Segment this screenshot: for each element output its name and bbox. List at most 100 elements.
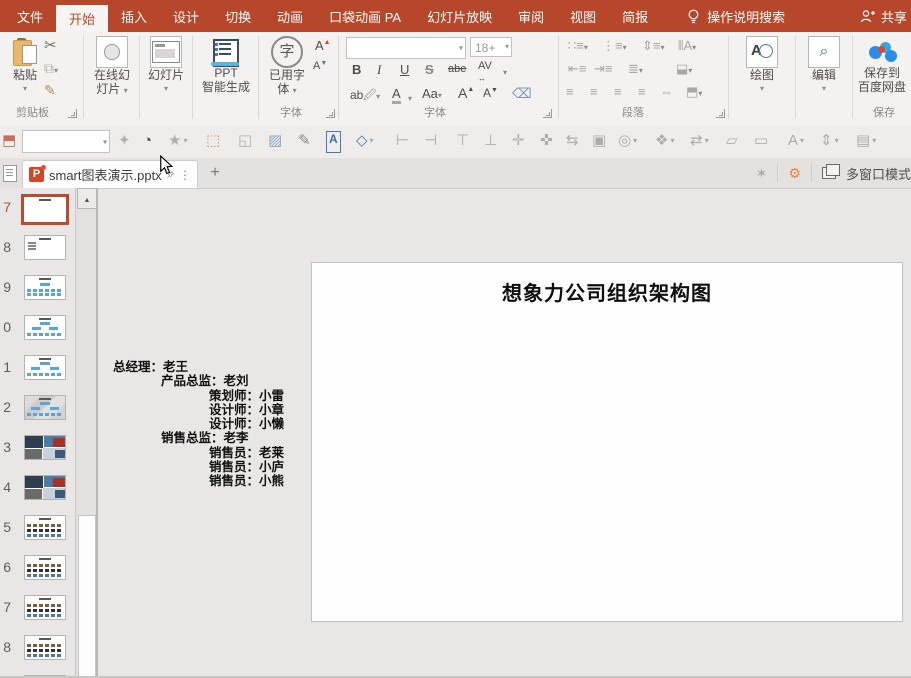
font-name-combo[interactable]: ▾ [346, 37, 466, 59]
object-align-left-icon[interactable]: ⊢ [396, 131, 409, 151]
underline-button[interactable]: U [400, 62, 409, 77]
object-align-right-icon[interactable]: ⊣ [424, 131, 437, 151]
slide-thumbnail[interactable] [24, 315, 66, 340]
menu-tab-animations[interactable]: 动画 [264, 0, 316, 32]
text-shadow-abc-button[interactable]: abe [448, 63, 466, 75]
slide-thumbnail[interactable] [24, 635, 66, 660]
highlight-button[interactable]: ab🖉 [350, 86, 380, 107]
text-format-icon[interactable]: A ▾ [788, 131, 804, 151]
slide-thumbnail[interactable] [24, 235, 66, 260]
shapes-icon[interactable]: ◇ ▾ [356, 131, 374, 151]
add-animation-icon[interactable]: ★ ▾ [168, 131, 187, 151]
used-fonts-button[interactable]: 字 已用字 体 [264, 36, 310, 98]
new-slide-button[interactable]: 幻灯片 [144, 36, 188, 94]
object-position-icon[interactable]: ❖ ▾ [655, 131, 674, 151]
menu-tab-briefing[interactable]: 简报 [609, 0, 661, 32]
slide-surface[interactable]: 想象力公司组织架构图 [311, 262, 903, 622]
increase-font-icon[interactable]: A▲ [315, 38, 331, 53]
merge-shapes-icon[interactable]: ◎ ▾ [618, 131, 637, 151]
decrease-indent-icon[interactable]: ⇤≡ [568, 61, 586, 77]
animation-preset-combo[interactable]: ▾ [22, 130, 110, 153]
shrink-font-button[interactable]: A▼ [483, 86, 498, 100]
brush-icon[interactable]: ✎ [298, 131, 311, 151]
slide-thumbnail[interactable] [24, 515, 66, 540]
columns-icon[interactable]: ≣ [628, 61, 643, 77]
settings-gear-icon[interactable]: ⚙ [788, 165, 801, 182]
object-align-bottom-icon[interactable]: ⊥ [484, 131, 497, 151]
menu-tab-view[interactable]: 视图 [557, 0, 609, 32]
drawing-button[interactable]: A 绘图 [737, 36, 787, 94]
bullets-icon[interactable]: ∷≡ [568, 38, 588, 54]
thumbnail-scrollbar[interactable] [75, 188, 97, 678]
flip-rotate-icon[interactable]: ⇄ ▾ [690, 131, 709, 151]
increase-indent-icon[interactable]: ⇥≡ [594, 61, 612, 77]
text-box-icon[interactable]: A [326, 131, 341, 153]
align-text-icon[interactable]: ⬓ [676, 61, 692, 77]
menu-tab-home[interactable]: 开始 [56, 5, 109, 32]
character-spacing-button[interactable]: AV ↔ [478, 60, 492, 84]
editing-button[interactable]: ⌕ 编辑 [801, 36, 847, 94]
scroll-up-button[interactable] [77, 188, 97, 209]
document-home-icon[interactable] [3, 165, 17, 182]
slide-thumbnail[interactable] [24, 435, 66, 460]
slide-title[interactable]: 想象力公司组织架构图 [312, 277, 902, 306]
italic-button[interactable]: I [377, 62, 381, 78]
line-spacing-icon[interactable]: ⇕ ▾ [820, 131, 839, 151]
menu-tab-pocket-animation[interactable]: 口袋动画 PA [316, 0, 414, 32]
center-vertically-icon[interactable]: ✜ [540, 131, 553, 151]
new-tab-button[interactable] [206, 164, 224, 182]
bold-button[interactable]: B [352, 62, 361, 77]
distribute-horizontal-icon[interactable]: ⇆ [566, 131, 579, 151]
copy-icon[interactable]: ⧉ [44, 60, 58, 79]
slide-thumbnail[interactable] [24, 555, 66, 580]
group-objects-icon[interactable]: ▣ [592, 131, 606, 151]
text-direction-icon[interactable]: ⫴A [678, 38, 696, 54]
share-button[interactable]: 共享 [860, 0, 911, 32]
org-structure-text[interactable]: 总经理：老王 产品总监：老刘 策划师：小雷 设计师：小章 设计师：小懒 销售总监：老李 销售… [113, 360, 284, 489]
paragraph-dialog-launcher[interactable] [716, 109, 725, 118]
paste-button[interactable]: 粘贴 [6, 36, 44, 94]
preview-animation-icon[interactable]: ✦ [118, 131, 131, 151]
decrease-font-icon[interactable]: A▼ [313, 60, 327, 72]
slide-thumbnail[interactable] [24, 355, 66, 380]
strikethrough-button[interactable]: S [425, 62, 434, 77]
scrollbar-thumb[interactable] [78, 515, 96, 678]
slideshow-display-icon[interactable]: ⬒ [2, 131, 16, 151]
cut-icon[interactable]: ✂ [44, 38, 57, 54]
multi-window-label[interactable]: 多窗口模式 [846, 164, 911, 183]
object-align-top-icon[interactable]: ⊤ [456, 131, 469, 151]
slide-thumbnail[interactable] [24, 275, 66, 300]
select-object-icon[interactable]: ⬚ [206, 131, 220, 151]
picture-undo-icon[interactable]: ◱ [238, 131, 252, 151]
align-center-icon[interactable]: ≡ [590, 84, 598, 99]
menu-tab-design[interactable]: 设计 [160, 0, 212, 32]
align-right-icon[interactable]: ≡ [614, 84, 622, 99]
align-left-icon[interactable]: ≡ [566, 84, 574, 99]
bring-forward-icon[interactable]: ▱ [726, 131, 738, 151]
online-slides-button[interactable]: 在线幻 灯片 [88, 36, 136, 98]
menu-tab-review[interactable]: 审阅 [505, 0, 557, 32]
send-backward-icon[interactable]: ▭ [754, 131, 768, 151]
font-size-combo[interactable]: 18+ ▾ [470, 37, 512, 57]
slide-thumbnail[interactable] [21, 194, 69, 225]
font-dialog-launcher-a[interactable] [326, 109, 335, 118]
center-horizontally-icon[interactable]: ✛ [512, 131, 525, 151]
change-case-button[interactable]: Aa [422, 86, 442, 101]
ppt-ai-generate-button[interactable]: PPT 智能生成 [198, 36, 254, 94]
font-dialog-launcher-b[interactable] [543, 109, 552, 118]
clear-formatting-icon[interactable]: ⌫ [512, 85, 532, 102]
tab-menu-icon[interactable]: ⋮ [179, 168, 191, 182]
clipboard-dialog-launcher[interactable] [68, 109, 77, 118]
layout-picker-icon[interactable]: ▤ ▾ [856, 131, 876, 151]
slide-thumbnail[interactable] [24, 395, 66, 420]
distribute-text-icon[interactable]: ⇔ [660, 84, 673, 99]
menu-tab-slideshow[interactable]: 幻灯片放映 [414, 0, 505, 32]
slide-thumbnail[interactable] [24, 475, 66, 500]
animation-timing-icon[interactable]: ◔ [143, 131, 152, 151]
grow-font-button[interactable]: A▲ [458, 85, 474, 101]
menu-tab-transitions[interactable]: 切换 [212, 0, 264, 32]
convert-smartart-icon[interactable]: ⬒ [686, 84, 702, 100]
magic-wand-icon[interactable]: ✶ [756, 165, 768, 182]
menu-tab-file[interactable]: 文件 [4, 0, 56, 32]
tell-me-search[interactable]: 操作说明搜索 [687, 0, 785, 32]
